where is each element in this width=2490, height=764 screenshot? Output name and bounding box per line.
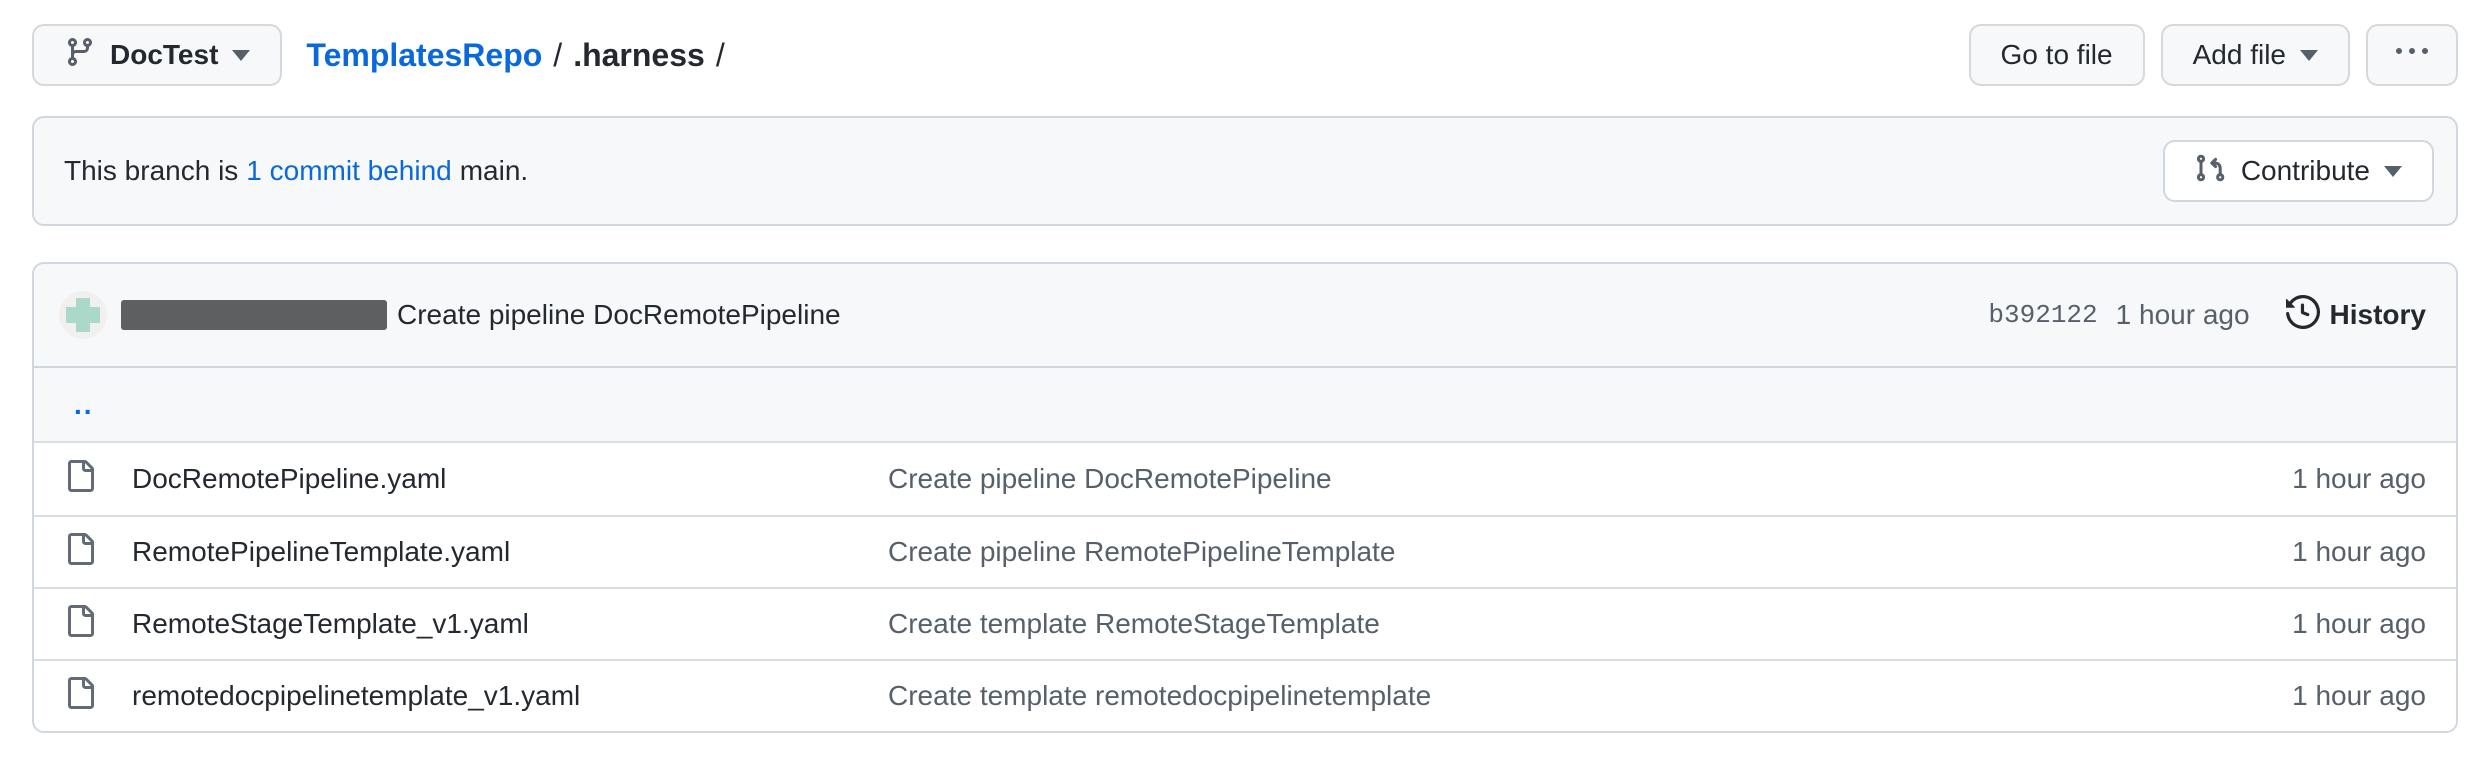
file-name-link[interactable]: remotedocpipelinetemplate_v1.yaml <box>132 680 580 712</box>
commit-author-redacted <box>121 300 387 330</box>
file-name-cell: RemoteStageTemplate_v1.yaml <box>64 605 888 644</box>
branch-status-banner: This branch is 1 commit behind main. Con… <box>32 116 2458 226</box>
file-icon <box>64 677 96 716</box>
history-link[interactable]: History <box>2286 295 2426 336</box>
commits-behind-link[interactable]: 1 commit behind <box>246 155 451 187</box>
breadcrumb-trailing-separator: / <box>716 37 725 74</box>
file-name-link[interactable]: RemoteStageTemplate_v1.yaml <box>132 608 529 640</box>
branch-selector-button[interactable]: DocTest <box>32 24 282 86</box>
breadcrumb-separator: / <box>553 37 562 74</box>
branch-status-prefix: This branch is <box>64 155 238 187</box>
file-commit-time: 1 hour ago <box>2126 463 2426 495</box>
file-name-cell: RemotePipelineTemplate.yaml <box>64 533 888 572</box>
toolbar-right: Go to file Add file <box>1969 24 2458 86</box>
branch-status-text: This branch is 1 commit behind main. <box>64 155 528 187</box>
contribute-icon <box>2195 152 2227 191</box>
file-name-cell: DocRemotePipeline.yaml <box>64 460 888 499</box>
chevron-down-icon <box>2300 50 2318 61</box>
file-icon <box>64 460 96 499</box>
add-file-label: Add file <box>2193 39 2286 71</box>
branch-status-suffix: main. <box>460 155 528 187</box>
commit-author-avatar[interactable] <box>59 291 107 339</box>
commit-sha-link[interactable]: b392122 <box>1988 300 2097 330</box>
breadcrumb-current-path: .harness <box>573 37 705 74</box>
contribute-button[interactable]: Contribute <box>2163 140 2434 202</box>
history-label: History <box>2330 299 2426 331</box>
file-commit-message-link[interactable]: Create pipeline DocRemotePipeline <box>888 463 2126 495</box>
toolbar-left: DocTest TemplatesRepo / .harness / <box>32 24 725 86</box>
latest-commit-row: Create pipeline DocRemotePipeline b39212… <box>34 264 2456 368</box>
file-name-link[interactable]: DocRemotePipeline.yaml <box>132 463 446 495</box>
file-commit-time: 1 hour ago <box>2126 608 2426 640</box>
more-options-button[interactable] <box>2366 24 2458 86</box>
file-icon <box>64 533 96 572</box>
parent-directory-link[interactable]: .. <box>74 389 94 421</box>
file-name-cell: remotedocpipelinetemplate_v1.yaml <box>64 677 888 716</box>
branch-name: DocTest <box>110 39 218 71</box>
file-commit-message-link[interactable]: Create template RemoteStageTemplate <box>888 608 2126 640</box>
add-file-button[interactable]: Add file <box>2161 24 2350 86</box>
file-icon <box>64 605 96 644</box>
repo-file-browser: DocTest TemplatesRepo / .harness / Go to… <box>0 0 2490 764</box>
file-commit-time: 1 hour ago <box>2126 536 2426 568</box>
table-row[interactable]: remotedocpipelinetemplate_v1.yaml Create… <box>34 659 2456 731</box>
file-commit-time: 1 hour ago <box>2126 680 2426 712</box>
table-row[interactable]: RemoteStageTemplate_v1.yaml Create templ… <box>34 587 2456 659</box>
go-to-file-label: Go to file <box>2001 39 2113 71</box>
kebab-horizontal-icon <box>2396 36 2428 75</box>
table-row[interactable]: RemotePipelineTemplate.yaml Create pipel… <box>34 515 2456 587</box>
latest-commit-message-link[interactable]: Create pipeline DocRemotePipeline <box>397 299 841 331</box>
file-commit-message-link[interactable]: Create template remotedocpipelinetemplat… <box>888 680 2126 712</box>
chevron-down-icon <box>232 50 250 61</box>
table-row[interactable]: DocRemotePipeline.yaml Create pipeline D… <box>34 443 2456 515</box>
file-name-link[interactable]: RemotePipelineTemplate.yaml <box>132 536 510 568</box>
go-to-file-button[interactable]: Go to file <box>1969 24 2145 86</box>
history-clock-icon <box>2286 295 2320 336</box>
chevron-down-icon <box>2384 166 2402 177</box>
breadcrumb: TemplatesRepo / .harness / <box>306 37 724 74</box>
latest-commit-time: 1 hour ago <box>2116 299 2250 331</box>
latest-commit-meta: b392122 1 hour ago History <box>1988 295 2426 336</box>
contribute-label: Contribute <box>2241 155 2370 187</box>
breadcrumb-repo-link[interactable]: TemplatesRepo <box>306 37 542 74</box>
file-commit-message-link[interactable]: Create pipeline RemotePipelineTemplate <box>888 536 2126 568</box>
file-table: Create pipeline DocRemotePipeline b39212… <box>32 262 2458 733</box>
git-branch-icon <box>64 36 96 75</box>
parent-directory-row[interactable]: .. <box>34 368 2456 443</box>
repo-toolbar: DocTest TemplatesRepo / .harness / Go to… <box>32 24 2458 86</box>
